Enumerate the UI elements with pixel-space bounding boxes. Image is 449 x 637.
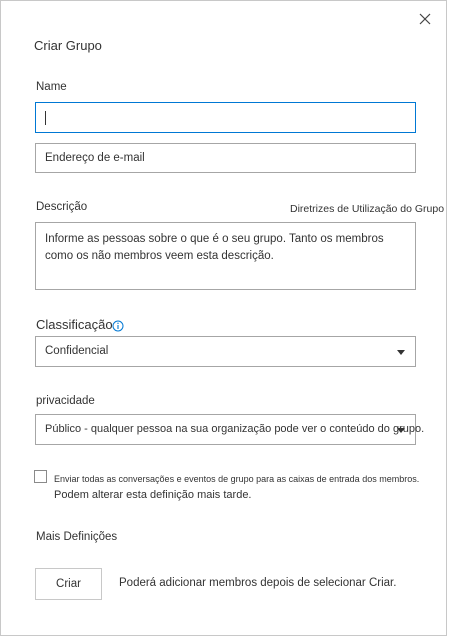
chevron-down-icon [397, 428, 405, 433]
create-button[interactable]: Criar [35, 568, 102, 600]
close-icon[interactable] [415, 9, 435, 29]
privacy-label: privacidade [36, 395, 95, 407]
email-field-value: Endereço de e-mail [45, 152, 145, 164]
subscribe-note: Podem alterar esta definição mais tarde. [54, 489, 252, 501]
privacy-dropdown[interactable]: Público - qualquer pessoa na sua organiz… [35, 414, 424, 445]
description-label: Descrição [36, 201, 88, 213]
subscribe-checkbox[interactable] [34, 470, 47, 483]
subscribe-label: Enviar todas as conversações e eventos d… [54, 474, 420, 484]
create-hint: Poderá adicionar membros depois de selec… [119, 577, 397, 589]
group-guidelines-link[interactable]: Diretrizes de Utilização do Grupo [290, 203, 444, 215]
more-settings-link[interactable]: Mais Definições [36, 531, 117, 543]
classification-selected: Confidencial [45, 345, 109, 357]
close-button[interactable] [415, 9, 435, 29]
name-label: Name [36, 81, 67, 93]
privacy-selected: Público - qualquer pessoa na sua organiz… [45, 423, 425, 435]
name-input[interactable] [35, 102, 416, 133]
text-cursor [45, 111, 46, 125]
info-icon[interactable] [112, 319, 124, 332]
email-field[interactable]: Endereço de e-mail [35, 143, 416, 173]
classification-label: Classificação [36, 317, 113, 332]
description-textarea[interactable]: Informe as pessoas sobre o que é o seu g… [35, 222, 416, 290]
chevron-down-icon [397, 350, 405, 355]
create-group-dialog: Criar Grupo Name Endereço de e-mail Desc… [0, 0, 447, 636]
classification-dropdown[interactable]: Confidencial [35, 336, 416, 367]
dialog-title: Criar Grupo [34, 38, 102, 53]
description-placeholder: Informe as pessoas sobre o que é o seu g… [45, 233, 384, 262]
